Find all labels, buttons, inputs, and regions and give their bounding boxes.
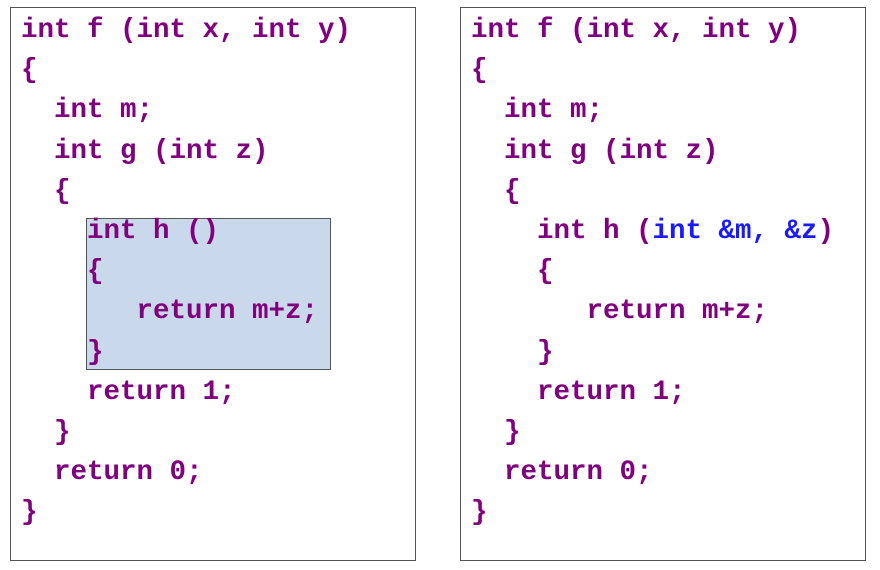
- code-text: {: [504, 175, 521, 207]
- code-text: }: [21, 497, 38, 529]
- code-line: }: [21, 493, 38, 533]
- code-line: }: [87, 333, 104, 373]
- code-text: int m;: [504, 95, 604, 127]
- code-line: return 0;: [54, 453, 203, 493]
- left-code-panel: int f (int x, int y) { int m; int g (int z)…: [10, 7, 416, 561]
- code-text: int h (): [87, 216, 220, 247]
- code-line: int m;: [54, 91, 153, 131]
- code-text: {: [471, 55, 488, 87]
- code-text: return 1;: [87, 376, 236, 408]
- code-line: return m+z;: [137, 292, 319, 332]
- code-text: {: [21, 55, 38, 87]
- code-text: }: [87, 336, 104, 368]
- code-line: int f (int x, int y): [21, 11, 351, 51]
- code-line: return 0;: [504, 453, 653, 493]
- code-line: {: [21, 51, 38, 91]
- code-text: {: [87, 256, 104, 288]
- code-text: return m+z;: [136, 296, 319, 328]
- code-line: int g (int z): [54, 132, 269, 172]
- code-line: }: [537, 333, 554, 373]
- added-parameters: int &m, &z: [652, 216, 818, 247]
- code-text: }: [471, 497, 488, 529]
- code-line: {: [54, 172, 71, 212]
- code-line: return 1;: [87, 373, 236, 413]
- code-text: return 0;: [54, 457, 203, 489]
- code-text: int f (int x, int y): [21, 15, 352, 46]
- code-line: int h (int &m, &z): [537, 212, 834, 252]
- code-text: }: [537, 336, 554, 368]
- code-line: int f (int x, int y): [471, 11, 801, 51]
- code-text: int g (int z): [504, 135, 719, 167]
- code-text: return m+z;: [586, 296, 769, 328]
- code-line: {: [504, 172, 521, 212]
- code-text: return 1;: [537, 376, 686, 408]
- right-code-panel: int f (int x, int y) { int m; int g (int z)…: [460, 7, 866, 561]
- code-line: }: [54, 413, 71, 453]
- code-text-tail: ): [817, 216, 835, 247]
- code-text: }: [504, 417, 521, 448]
- code-line: return m+z;: [587, 292, 769, 332]
- code-text: int h (: [537, 216, 653, 247]
- code-line: int m;: [504, 91, 603, 131]
- code-line: int h (): [87, 212, 219, 252]
- code-text: {: [54, 175, 71, 207]
- code-text: return 0;: [504, 457, 653, 489]
- code-line: {: [87, 252, 104, 292]
- code-text: int m;: [54, 95, 154, 127]
- code-text: int f (int x, int y): [471, 15, 802, 46]
- code-line: return 1;: [537, 373, 686, 413]
- code-line: }: [471, 493, 488, 533]
- code-text: {: [537, 256, 554, 288]
- code-line: }: [504, 413, 521, 453]
- code-line: {: [471, 51, 488, 91]
- code-line: int g (int z): [504, 132, 719, 172]
- code-text: int g (int z): [54, 135, 269, 167]
- code-line: {: [537, 252, 554, 292]
- code-text: }: [54, 417, 71, 448]
